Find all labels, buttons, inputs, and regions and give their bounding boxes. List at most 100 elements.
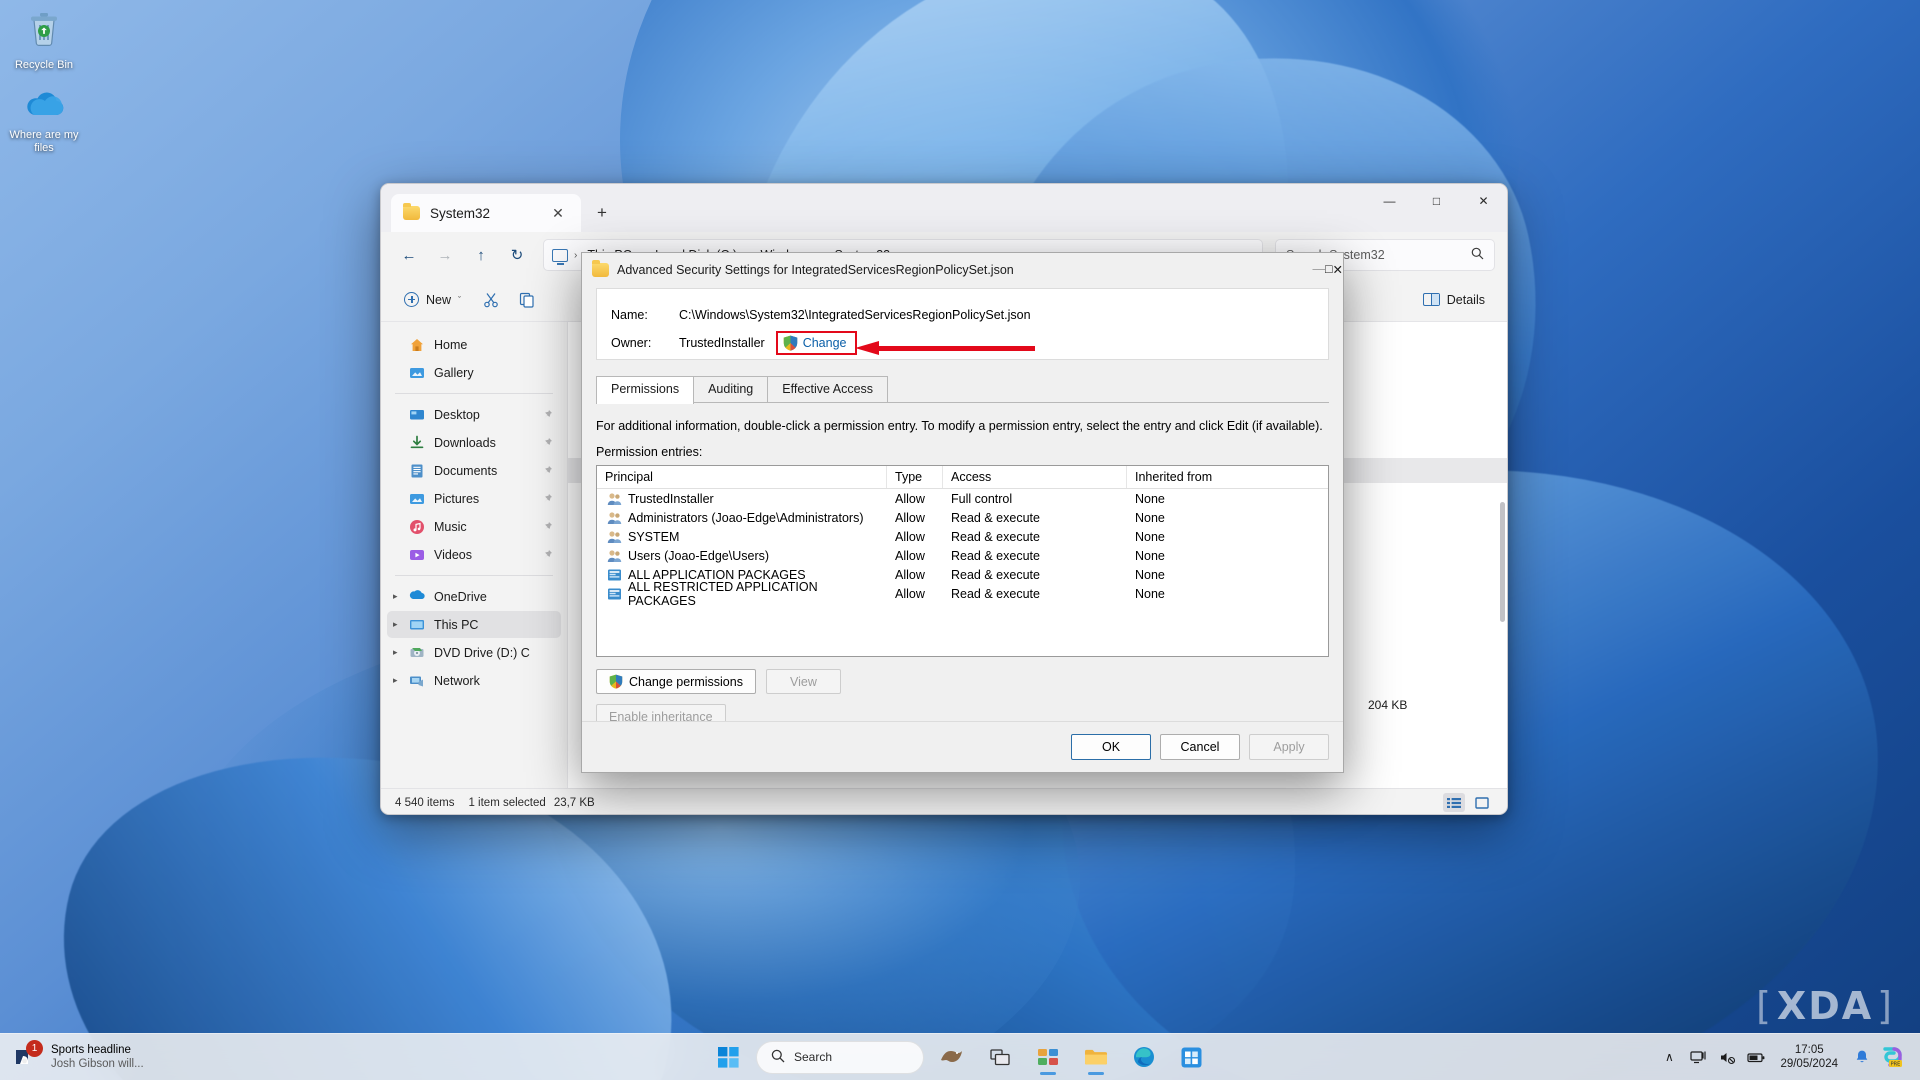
column-header-inherited-from[interactable]: Inherited from — [1127, 466, 1328, 488]
users-group-icon — [607, 549, 622, 563]
new-button-label: New — [426, 292, 452, 307]
name-row: Name: C:\Windows\System32\IntegratedServ… — [611, 301, 1314, 329]
details-pane-button[interactable]: Details — [1413, 287, 1495, 313]
copilot-pre-icon[interactable]: PRE — [1878, 1042, 1908, 1072]
file-explorer-icon[interactable] — [1075, 1038, 1116, 1077]
refresh-button[interactable]: ↻ — [501, 239, 533, 271]
sidebar-item-this-pc[interactable]: ▸ This PC — [387, 611, 561, 638]
volume-muted-icon[interactable] — [1714, 1042, 1740, 1072]
network-tray-icon[interactable] — [1685, 1042, 1711, 1072]
copy-button[interactable] — [510, 285, 544, 315]
task-view-icon[interactable] — [979, 1038, 1020, 1077]
file-list-scrollbar[interactable] — [1500, 502, 1505, 622]
sidebar-item-videos[interactable]: Videos — [387, 541, 561, 568]
explorer-tab-system32[interactable]: System32 ✕ — [391, 194, 581, 232]
sidebar-item-label: Pictures — [434, 491, 480, 506]
dialog-maximize-button[interactable]: □ — [1325, 262, 1333, 277]
app-packages-icon — [607, 587, 622, 601]
desktop: Recycle Bin Where are my files System32 … — [0, 0, 1920, 1080]
new-tab-button[interactable]: + — [589, 200, 615, 226]
taskbar-news-widget[interactable]: 1 Sports headline Josh Gibson will... — [0, 1040, 330, 1071]
network-icon — [409, 673, 425, 689]
sidebar-item-network[interactable]: ▸ Network — [387, 667, 561, 694]
microsoft-store-icon[interactable] — [1171, 1038, 1212, 1077]
forward-button[interactable]: → — [429, 239, 461, 271]
tab-auditing[interactable]: Auditing — [693, 376, 769, 402]
tray-chevron-icon[interactable]: ∧ — [1656, 1042, 1682, 1072]
sidebar-item-desktop[interactable]: Desktop — [387, 401, 561, 428]
up-button[interactable]: ↑ — [465, 239, 497, 271]
chevron-right-icon[interactable]: ▸ — [393, 619, 398, 630]
start-button[interactable] — [708, 1038, 749, 1077]
battery-icon[interactable] — [1743, 1042, 1769, 1072]
notification-bell-icon[interactable] — [1849, 1042, 1875, 1072]
type-cell: Allow — [895, 567, 925, 582]
explorer-close-button[interactable]: ✕ — [1460, 184, 1507, 217]
tab-close-icon[interactable]: ✕ — [545, 200, 571, 226]
inherited-cell: None — [1135, 567, 1165, 582]
chevron-right-icon[interactable]: ▸ — [393, 647, 398, 658]
sidebar-item-downloads[interactable]: Downloads — [387, 429, 561, 456]
back-button[interactable]: ← — [393, 239, 425, 271]
sidebar-item-music[interactable]: Music — [387, 513, 561, 540]
copilot-icon[interactable] — [931, 1038, 972, 1077]
sidebar-item-gallery[interactable]: Gallery — [387, 359, 561, 386]
table-row[interactable]: Administrators (Joao-Edge\Administrators… — [597, 508, 1328, 527]
dialog-title: Advanced Security Settings for Integrate… — [617, 262, 1014, 277]
tab-permissions[interactable]: Permissions — [596, 376, 695, 404]
folder-icon — [403, 203, 420, 220]
details-view-button[interactable] — [1443, 793, 1465, 812]
cut-button[interactable] — [474, 285, 508, 315]
users-group-icon — [607, 492, 622, 506]
access-cell: Read & execute — [951, 529, 1040, 544]
clock-date: 29/05/2024 — [1780, 1058, 1838, 1070]
name-value: C:\Windows\System32\IntegratedServicesRe… — [679, 308, 1031, 322]
apply-button[interactable]: Apply — [1249, 734, 1329, 760]
chevron-right-icon[interactable]: ▸ — [393, 675, 398, 686]
table-row[interactable]: TrustedInstaller Allow Full control None — [597, 489, 1328, 508]
xda-watermark: [ XDA ] — [1756, 984, 1894, 1028]
explorer-minimize-button[interactable]: — — [1366, 184, 1413, 217]
change-owner-link[interactable]: Change — [803, 336, 847, 350]
explorer-maximize-button[interactable]: □ — [1413, 184, 1460, 217]
dialog-close-button[interactable]: ✕ — [1333, 262, 1343, 277]
desktop-icon-label: Where are my files — [9, 129, 79, 154]
sidebar-item-documents[interactable]: Documents — [387, 457, 561, 484]
access-cell: Full control — [951, 491, 1013, 506]
permission-entries-table[interactable]: Principal Type Access Inherited from Tru… — [596, 465, 1329, 657]
desktop-icon-onedrive[interactable]: Where are my files — [0, 88, 88, 155]
change-permissions-button[interactable]: Change permissions — [596, 669, 756, 694]
table-row[interactable]: SYSTEM Allow Read & execute None — [597, 527, 1328, 546]
table-row[interactable]: Users (Joao-Edge\Users) Allow Read & exe… — [597, 546, 1328, 565]
status-selected-size: 23,7 KB — [553, 796, 595, 809]
sidebar-item-pictures[interactable]: Pictures — [387, 485, 561, 512]
sidebar-item-onedrive[interactable]: ▸ OneDrive — [387, 583, 561, 610]
edge-icon[interactable] — [1123, 1038, 1164, 1077]
explorer-window-controls: — □ ✕ — [1366, 184, 1507, 217]
dialog-minimize-button[interactable]: — — [1312, 262, 1325, 277]
taskbar-search-box[interactable]: Search — [756, 1040, 924, 1074]
sidebar-item-home[interactable]: Home — [387, 331, 561, 358]
taskbar-center: Search — [708, 1038, 1212, 1077]
news-icon: 1 — [12, 1040, 43, 1070]
view-mode-buttons — [1443, 793, 1493, 812]
tab-effective-access[interactable]: Effective Access — [767, 376, 889, 402]
taskbar: 1 Sports headline Josh Gibson will... Se… — [0, 1033, 1920, 1080]
view-button[interactable]: View — [765, 669, 841, 694]
chevron-right-icon[interactable]: ▸ — [393, 591, 398, 602]
table-row[interactable]: ALL RESTRICTED APPLICATION PACKAGES Allo… — [597, 580, 1328, 608]
new-button[interactable]: New ˇ — [393, 286, 472, 313]
column-header-type[interactable]: Type — [887, 466, 943, 488]
ok-button[interactable]: OK — [1071, 734, 1151, 760]
taskbar-clock[interactable]: 17:05 29/05/2024 — [1772, 1043, 1846, 1071]
cancel-button[interactable]: Cancel — [1160, 734, 1240, 760]
name-label: Name: — [611, 308, 648, 322]
news-badge-count: 1 — [26, 1040, 43, 1057]
widgets-icon[interactable] — [1027, 1038, 1068, 1077]
desktop-icon-recycle-bin[interactable]: Recycle Bin — [0, 8, 88, 72]
column-header-principal[interactable]: Principal — [597, 466, 887, 488]
column-header-access[interactable]: Access — [943, 466, 1127, 488]
table-header: Principal Type Access Inherited from — [597, 466, 1328, 489]
large-icons-view-button[interactable] — [1471, 793, 1493, 812]
sidebar-item-dvd-drive[interactable]: ▸ DVD Drive (D:) C — [387, 639, 561, 666]
